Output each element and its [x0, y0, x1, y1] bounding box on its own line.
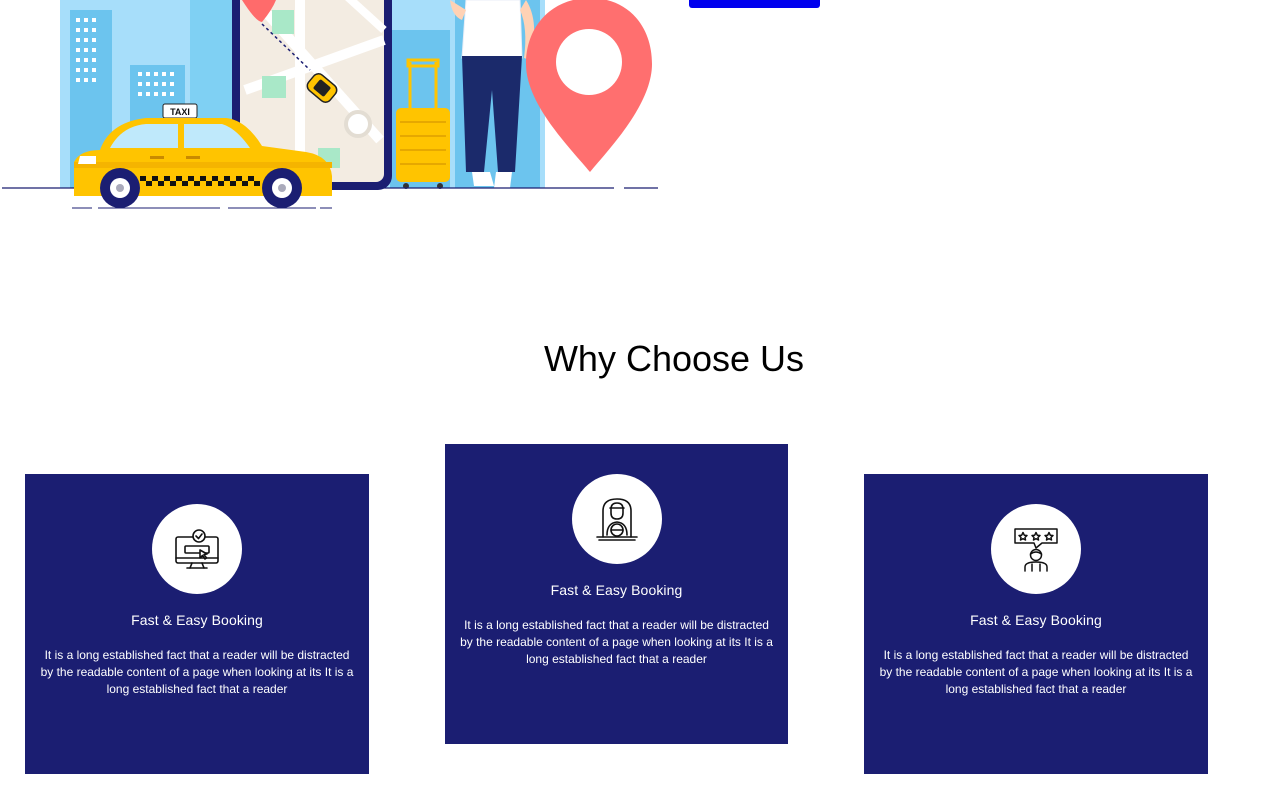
- card-title: Fast & Easy Booking: [970, 612, 1102, 628]
- card-description: It is a long established fact that a rea…: [40, 648, 354, 696]
- card-icon-circle: [991, 504, 1081, 594]
- card-description: It is a long established fact that a rea…: [879, 648, 1193, 696]
- computer-booking-icon: [175, 529, 219, 569]
- hero-cta-button[interactable]: [689, 0, 820, 8]
- card-title: Fast & Easy Booking: [131, 612, 263, 628]
- card-icon-circle: [571, 474, 662, 564]
- taxi-booking-illustration: TAXI: [2, 0, 658, 209]
- taxi-sign-label: TAXI: [170, 107, 190, 117]
- rating-review-icon: [1014, 528, 1058, 572]
- driver-icon: [595, 498, 638, 541]
- card-title: Fast & Easy Booking: [550, 582, 683, 598]
- card-description: It is a long established fact that a rea…: [460, 618, 773, 666]
- feature-card-driver: Fast & Easy Booking It is a long establi…: [445, 444, 788, 744]
- feature-card-booking: Fast & Easy Booking It is a long establi…: [25, 474, 369, 774]
- feature-card-rating: Fast & Easy Booking It is a long establi…: [864, 474, 1208, 774]
- card-icon-circle: [152, 504, 242, 594]
- section-title: Why Choose Us: [543, 338, 805, 379]
- page: TAXI Why Choose Us Fast & Easy Booking I…: [0, 0, 1266, 791]
